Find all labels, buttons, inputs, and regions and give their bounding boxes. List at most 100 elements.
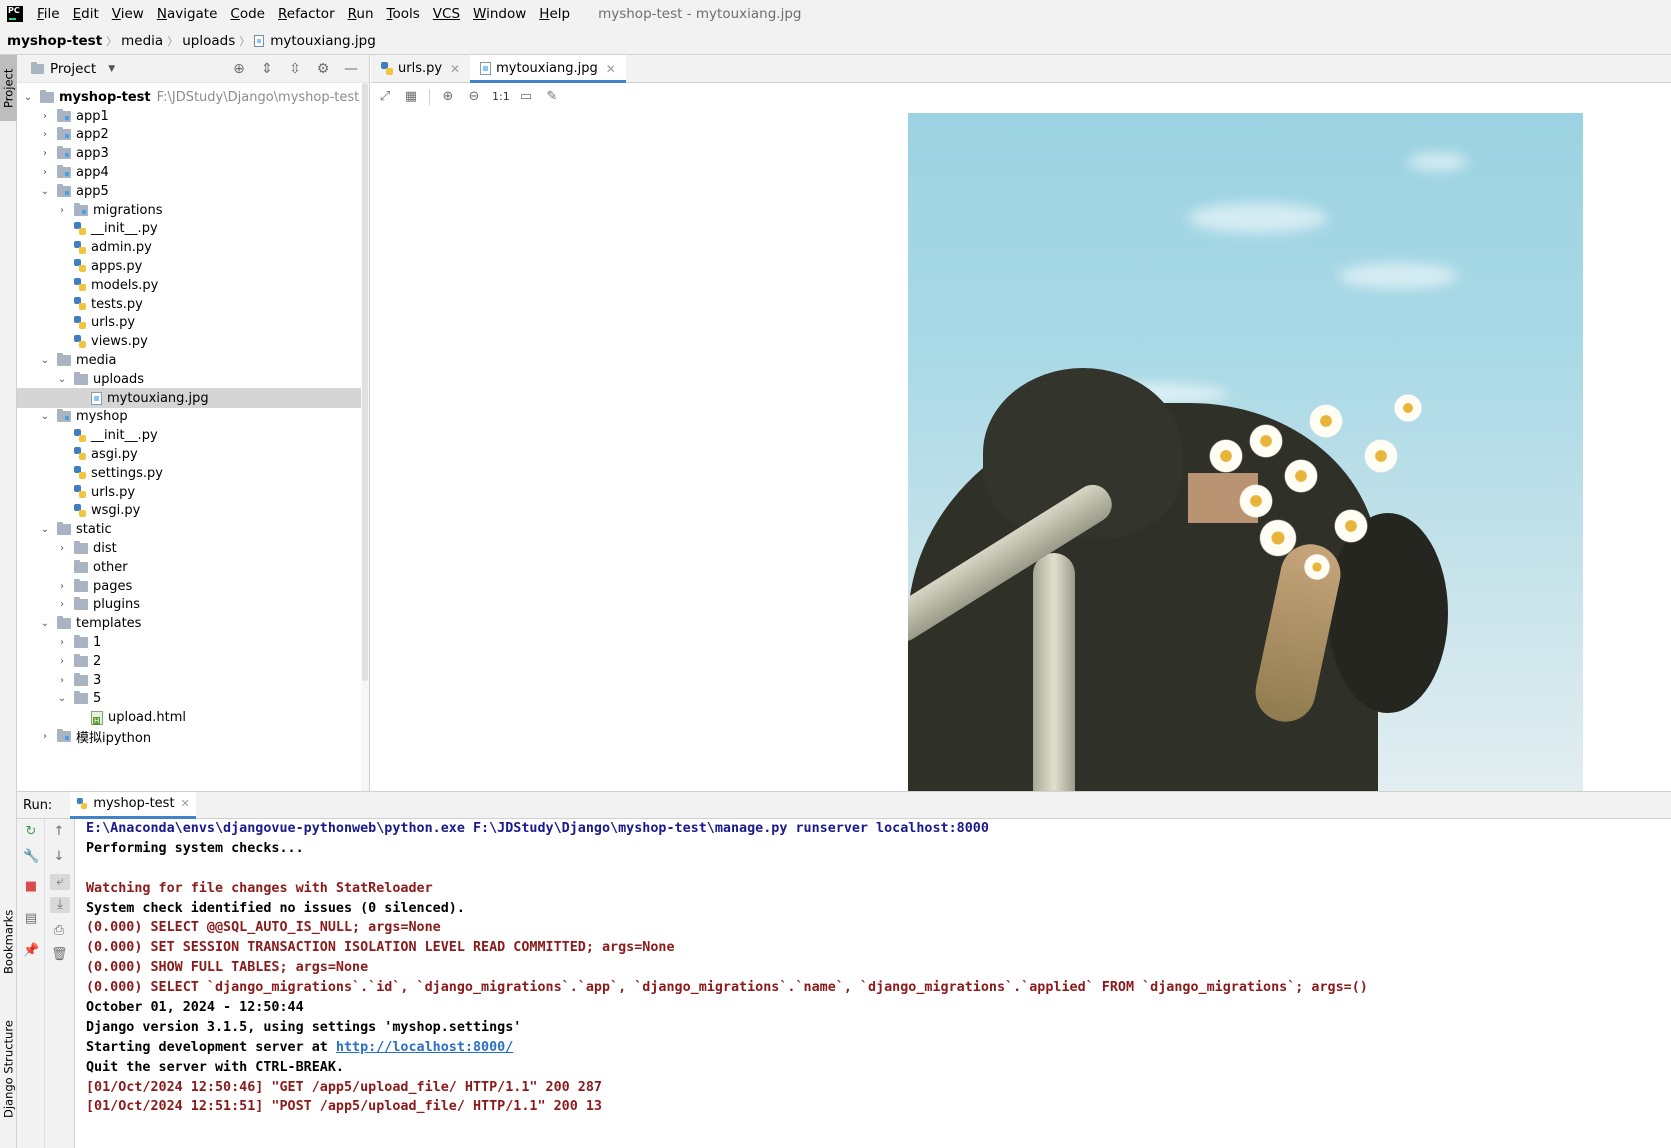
- tree-file[interactable]: urls.py: [17, 482, 369, 502]
- bookmarks-tool-tab[interactable]: Bookmarks: [0, 895, 17, 989]
- menu-item[interactable]: VCS: [433, 6, 460, 22]
- tree-file[interactable]: urls.py: [17, 313, 369, 333]
- tree-file[interactable]: upload.html: [17, 708, 369, 728]
- tree-folder[interactable]: ⌄ app5: [17, 181, 369, 201]
- server-url-link[interactable]: http://localhost:8000/: [336, 1040, 513, 1055]
- wrench-icon[interactable]: 🔧: [23, 849, 39, 865]
- tree-folder[interactable]: › migrations: [17, 200, 369, 220]
- tree-folder[interactable]: › app1: [17, 106, 369, 126]
- scroll-to-end-icon[interactable]: ⤓: [50, 897, 70, 913]
- arrow-down-icon[interactable]: ↓: [51, 849, 67, 865]
- menu-item[interactable]: Tools: [387, 6, 420, 22]
- tree-file[interactable]: admin.py: [17, 238, 369, 258]
- hide-panel-icon[interactable]: —: [343, 61, 359, 77]
- tree-file[interactable]: settings.py: [17, 463, 369, 483]
- locate-file-icon[interactable]: ⊕: [231, 61, 247, 77]
- project-scrollbar[interactable]: [361, 83, 369, 791]
- menu-item[interactable]: Code: [230, 6, 265, 22]
- tree-folder[interactable]: › pages: [17, 576, 369, 596]
- chevron-down-icon[interactable]: ▼: [108, 64, 115, 74]
- tree-file[interactable]: models.py: [17, 275, 369, 295]
- chevron-right-icon[interactable]: ›: [56, 205, 68, 216]
- close-icon[interactable]: ✕: [181, 797, 190, 810]
- menu-item[interactable]: Edit: [73, 6, 99, 22]
- menu-item[interactable]: Navigate: [157, 6, 218, 22]
- menu-item[interactable]: View: [112, 6, 144, 22]
- tree-folder[interactable]: ⌄ static: [17, 520, 369, 540]
- chevron-right-icon[interactable]: ›: [39, 731, 51, 742]
- tree-file[interactable]: mytouxiang.jpg: [17, 388, 369, 408]
- chevron-right-icon[interactable]: ›: [39, 129, 51, 140]
- color-picker-icon[interactable]: ✎: [544, 89, 560, 105]
- run-console-output[interactable]: E:\Anaconda\envs\djangovue-pythonweb\pyt…: [75, 819, 1671, 1148]
- run-config-tab[interactable]: myshop-test ✕: [70, 791, 196, 819]
- stop-icon[interactable]: ■: [23, 879, 39, 895]
- chevron-right-icon[interactable]: ›: [56, 656, 68, 667]
- tab-mytouxiang-jpg[interactable]: mytouxiang.jpg ✕: [470, 55, 626, 83]
- tree-root[interactable]: ⌄ myshop-test F:\JDStudy\Django\myshop-t…: [17, 87, 369, 107]
- tree-folder[interactable]: › app3: [17, 144, 369, 164]
- actual-size-button[interactable]: 1:1: [492, 89, 510, 105]
- tree-folder[interactable]: › 3: [17, 670, 369, 690]
- chevron-down-icon[interactable]: ⌄: [39, 618, 51, 629]
- tree-folder[interactable]: › plugins: [17, 595, 369, 615]
- chevron-right-icon[interactable]: ›: [39, 167, 51, 178]
- tree-file[interactable]: __init__.py: [17, 219, 369, 239]
- structure-tool-tab[interactable]: Django Structure: [0, 1020, 17, 1148]
- layout-icon[interactable]: ▤: [23, 911, 39, 927]
- trash-icon[interactable]: 🗑: [51, 947, 68, 963]
- chevron-right-icon[interactable]: ›: [39, 148, 51, 159]
- tree-folder[interactable]: ⌄ media: [17, 350, 369, 370]
- pin-icon[interactable]: 📌: [23, 943, 39, 959]
- chevron-right-icon[interactable]: ›: [56, 543, 68, 554]
- tree-folder[interactable]: other: [17, 557, 369, 577]
- soft-wrap-icon[interactable]: ⤶: [50, 874, 70, 890]
- menu-item[interactable]: Refactor: [278, 6, 335, 22]
- tree-folder[interactable]: ⌄ 5: [17, 689, 369, 709]
- collapse-all-icon[interactable]: ⇳: [287, 61, 303, 77]
- tree-folder[interactable]: › dist: [17, 538, 369, 558]
- gear-icon[interactable]: ⚙: [315, 61, 331, 77]
- project-panel-title[interactable]: Project: [50, 61, 96, 77]
- chevron-down-icon[interactable]: ⌄: [39, 411, 51, 422]
- tree-file[interactable]: apps.py: [17, 256, 369, 276]
- tree-folder[interactable]: ⌄ templates: [17, 614, 369, 634]
- breadcrumb-file[interactable]: mytouxiang.jpg: [254, 33, 376, 49]
- tree-file[interactable]: asgi.py: [17, 444, 369, 464]
- rerun-icon[interactable]: ↻: [23, 824, 39, 840]
- zoom-in-icon[interactable]: ⊕: [440, 89, 456, 105]
- chevron-right-icon[interactable]: ›: [39, 111, 51, 122]
- menu-item[interactable]: Window: [473, 6, 526, 22]
- tree-folder[interactable]: › 模拟ipython: [17, 726, 369, 746]
- breadcrumb-uploads[interactable]: uploads: [182, 33, 235, 49]
- zoom-out-icon[interactable]: ⊖: [466, 89, 482, 105]
- tree-file[interactable]: tests.py: [17, 294, 369, 314]
- chevron-down-icon[interactable]: ⌄: [56, 693, 68, 704]
- arrow-up-icon[interactable]: ↑: [51, 824, 67, 840]
- close-icon[interactable]: ✕: [606, 62, 616, 76]
- tree-folder[interactable]: › 1: [17, 632, 369, 652]
- breadcrumb-media[interactable]: media: [121, 33, 163, 49]
- chevron-right-icon[interactable]: ›: [56, 581, 68, 592]
- chevron-down-icon[interactable]: ⌄: [22, 92, 34, 103]
- menu-item[interactable]: Help: [539, 6, 570, 22]
- chevron-down-icon[interactable]: ⌄: [39, 524, 51, 535]
- chevron-right-icon[interactable]: ›: [56, 637, 68, 648]
- tree-folder[interactable]: › app2: [17, 125, 369, 145]
- chevron-down-icon[interactable]: ⌄: [39, 186, 51, 197]
- close-icon[interactable]: ✕: [450, 62, 460, 76]
- tree-folder[interactable]: ⌄ myshop: [17, 407, 369, 427]
- project-tool-tab[interactable]: Project: [0, 55, 17, 121]
- chevron-right-icon[interactable]: ›: [56, 599, 68, 610]
- print-icon[interactable]: ⎙: [51, 923, 67, 939]
- breadcrumb-project[interactable]: myshop-test: [7, 33, 102, 49]
- grid-icon[interactable]: ▦: [403, 89, 419, 105]
- tree-folder[interactable]: › 2: [17, 651, 369, 671]
- tree-folder[interactable]: › app4: [17, 162, 369, 182]
- tree-file[interactable]: wsgi.py: [17, 501, 369, 521]
- tree-file[interactable]: views.py: [17, 332, 369, 352]
- fit-to-screen-icon[interactable]: ⤢: [377, 89, 393, 105]
- tree-folder[interactable]: ⌄ uploads: [17, 369, 369, 389]
- chevron-down-icon[interactable]: ⌄: [56, 374, 68, 385]
- tree-file[interactable]: __init__.py: [17, 426, 369, 446]
